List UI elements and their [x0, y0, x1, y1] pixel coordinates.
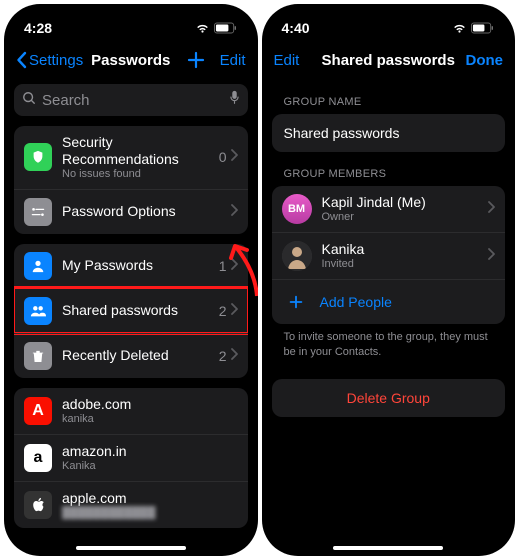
row-site-amazon[interactable]: a amazon.in Kanika: [14, 434, 248, 481]
group-name-header: GROUP NAME: [262, 80, 516, 114]
invite-hint: To invite someone to the group, they mus…: [262, 324, 516, 361]
chevron-right-icon: [231, 347, 238, 365]
back-button[interactable]: Settings: [16, 51, 83, 69]
status-icons: [452, 22, 495, 34]
battery-icon: [471, 22, 495, 34]
apple-icon: [24, 491, 52, 519]
phone-right: 4:40 Edit Shared passwords Done GROUP NA…: [262, 4, 516, 556]
chevron-right-icon: [488, 200, 495, 218]
status-time: 4:40: [282, 20, 310, 36]
amazon-icon: a: [24, 444, 52, 472]
status-bar: 4:40: [262, 4, 516, 40]
edit-button[interactable]: Edit: [220, 52, 246, 69]
avatar-image: [282, 241, 312, 271]
row-sublabel: No issues found: [62, 168, 219, 181]
site-label: amazon.in: [62, 443, 238, 460]
row-count: 1: [219, 258, 227, 274]
chevron-left-icon: [16, 51, 27, 69]
adobe-icon: A: [24, 397, 52, 425]
row-site-apple[interactable]: apple.com ████████████: [14, 481, 248, 528]
row-add-people[interactable]: Add People: [272, 279, 506, 324]
member-role: Invited: [322, 258, 489, 271]
chevron-right-icon: [231, 257, 238, 275]
group-recommendations: Security Recommendations No issues found…: [14, 126, 248, 234]
member-name: Kanika: [322, 241, 489, 258]
group-members-list: BM Kapil Jindal (Me) Owner Kanika Invite…: [272, 186, 506, 324]
battery-icon: [214, 22, 238, 34]
row-recently-deleted[interactable]: Recently Deleted 2: [14, 333, 248, 378]
row-count: 0: [219, 149, 227, 165]
avatar-initials: BM: [282, 194, 312, 224]
mic-icon[interactable]: [229, 90, 240, 111]
person-icon: [24, 252, 52, 280]
row-label: My Passwords: [62, 257, 219, 274]
row-label: Recently Deleted: [62, 347, 219, 364]
group-password-lists: My Passwords 1 Shared passwords 2 Recent…: [14, 244, 248, 378]
row-member-owner[interactable]: BM Kapil Jindal (Me) Owner: [272, 186, 506, 232]
chevron-right-icon: [231, 203, 238, 221]
row-count: 2: [219, 348, 227, 364]
site-label: apple.com: [62, 490, 238, 507]
back-label: Settings: [29, 52, 83, 69]
status-bar: 4:28: [4, 4, 258, 40]
plus-icon: [282, 288, 310, 316]
trash-icon: [24, 342, 52, 370]
edit-button[interactable]: Edit: [274, 52, 300, 69]
chevron-right-icon: [488, 247, 495, 265]
site-account: Kanika: [62, 460, 238, 473]
row-member[interactable]: Kanika Invited: [272, 232, 506, 279]
people-icon: [24, 297, 52, 325]
nav-bar: Settings Passwords Edit: [4, 40, 258, 80]
nav-bar: Edit Shared passwords Done: [262, 40, 516, 80]
member-role: Owner: [322, 211, 489, 224]
search-placeholder: Search: [42, 92, 229, 109]
home-indicator[interactable]: [333, 546, 443, 550]
row-count: 2: [219, 303, 227, 319]
member-name: Kapil Jindal (Me): [322, 194, 489, 211]
status-time: 4:28: [24, 20, 52, 36]
phone-left: 4:28 Settings Passwords Edit Search: [4, 4, 258, 556]
row-label: Shared passwords: [62, 302, 219, 319]
add-button[interactable]: [186, 50, 206, 70]
site-account: kanika: [62, 413, 238, 426]
done-button[interactable]: Done: [466, 52, 504, 69]
row-shared-passwords[interactable]: Shared passwords 2: [14, 288, 248, 333]
group-name-field[interactable]: Shared passwords: [272, 114, 506, 152]
site-account-redacted: ████████████: [62, 507, 238, 520]
row-my-passwords[interactable]: My Passwords 1: [14, 244, 248, 288]
row-security-recommendations[interactable]: Security Recommendations No issues found…: [14, 126, 248, 189]
chevron-right-icon: [231, 148, 238, 166]
delete-group-button[interactable]: Delete Group: [272, 379, 506, 417]
chevron-right-icon: [231, 302, 238, 320]
row-label: Security Recommendations: [62, 134, 219, 168]
plus-icon: [186, 50, 206, 70]
search-field[interactable]: Search: [14, 84, 248, 116]
group-sites: A adobe.com kanika a amazon.in Kanika ap…: [14, 388, 248, 528]
shield-icon: [24, 143, 52, 171]
row-password-options[interactable]: Password Options: [14, 189, 248, 234]
group-members-header: GROUP MEMBERS: [262, 152, 516, 186]
row-site-adobe[interactable]: A adobe.com kanika: [14, 388, 248, 434]
options-icon: [24, 198, 52, 226]
wifi-icon: [452, 23, 467, 34]
site-label: adobe.com: [62, 396, 238, 413]
add-people-label: Add People: [320, 294, 392, 311]
search-icon: [22, 91, 36, 110]
row-label: Password Options: [62, 203, 231, 220]
home-indicator[interactable]: [76, 546, 186, 550]
status-icons: [195, 22, 238, 34]
wifi-icon: [195, 23, 210, 34]
